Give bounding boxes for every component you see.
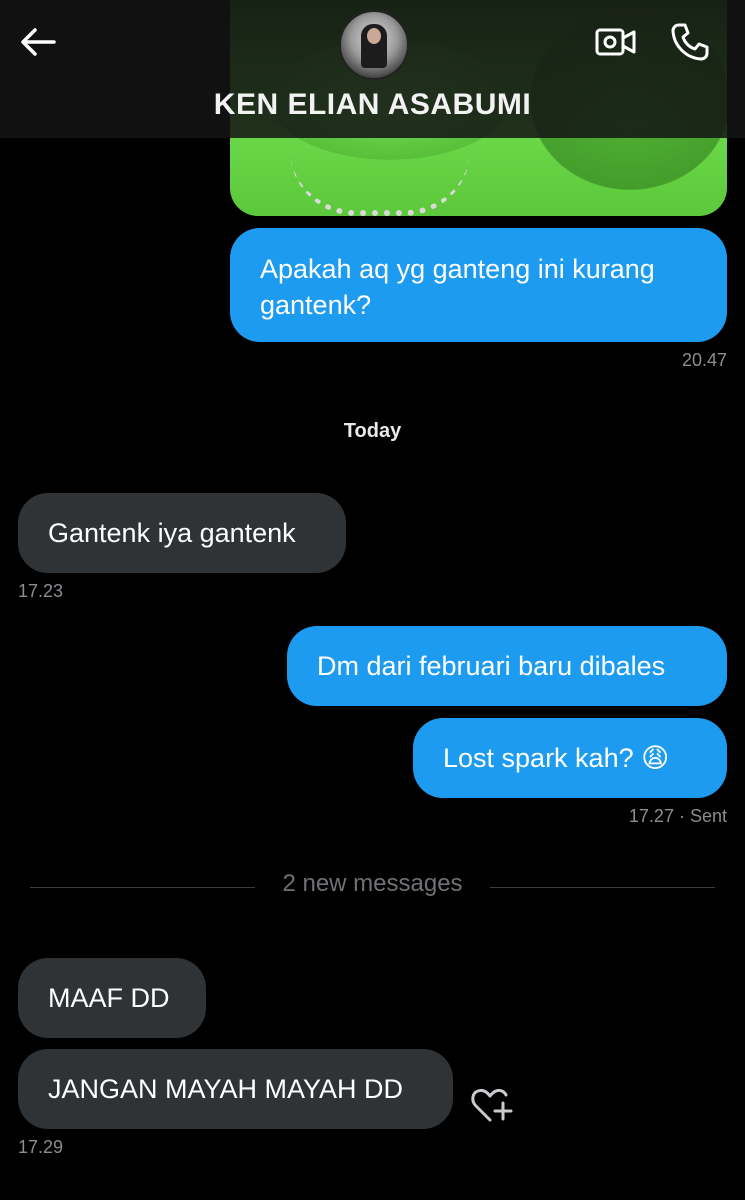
back-arrow-icon [21, 28, 56, 56]
message-text: Lost spark kah? 😩 [443, 743, 670, 773]
video-call-icon [595, 28, 636, 56]
message-text: Gantenk iya gantenk [48, 518, 296, 548]
contact-name[interactable]: KEN ELIAN ASABUMI [0, 88, 745, 122]
chat-header: KEN ELIAN ASABUMI [0, 0, 745, 138]
phone-call-button[interactable] [668, 20, 712, 64]
message-text: JANGAN MAYAH MAYAH DD [48, 1074, 404, 1104]
video-call-button[interactable] [594, 22, 638, 62]
received-message-bubble[interactable]: MAAF DD [18, 958, 206, 1038]
message-text: MAAF DD [48, 983, 170, 1013]
received-message-bubble[interactable]: Gantenk iya gantenk [18, 493, 346, 573]
avatar-face [367, 28, 381, 44]
message-text: Dm dari februari baru dibales [317, 651, 666, 681]
add-reaction-button[interactable] [469, 1084, 515, 1126]
sent-message-bubble[interactable]: Lost spark kah? 😩 [413, 718, 727, 798]
received-message-bubble[interactable]: JANGAN MAYAH MAYAH DD [18, 1049, 453, 1129]
date-separator: Today [343, 420, 402, 442]
contact-avatar[interactable] [339, 10, 409, 80]
timestamp-time: 17.27 [628, 806, 674, 826]
heart-plus-icon [471, 1088, 513, 1122]
message-timestamp: 20.47 [681, 350, 727, 370]
phone-icon [671, 23, 709, 61]
message-timestamp: 17.29 [18, 1137, 64, 1157]
new-messages-label: 2 new messages [282, 870, 463, 897]
message-timestamp: 17.27 · Sent [560, 806, 727, 827]
sent-message-bubble[interactable]: Apakah aq yg ganteng ini kurang gantenk? [230, 228, 727, 342]
back-button[interactable] [18, 22, 58, 62]
delivery-status: · Sent [678, 806, 727, 826]
new-messages-divider: 2 new messages [30, 870, 715, 902]
message-timestamp: 17.23 [18, 581, 64, 601]
sent-message-bubble[interactable]: Dm dari februari baru dibales [287, 626, 727, 706]
message-text: Apakah aq yg ganteng ini kurang gantenk? [260, 254, 655, 320]
divider-line-right [490, 887, 715, 888]
image-necklace [290, 150, 470, 216]
